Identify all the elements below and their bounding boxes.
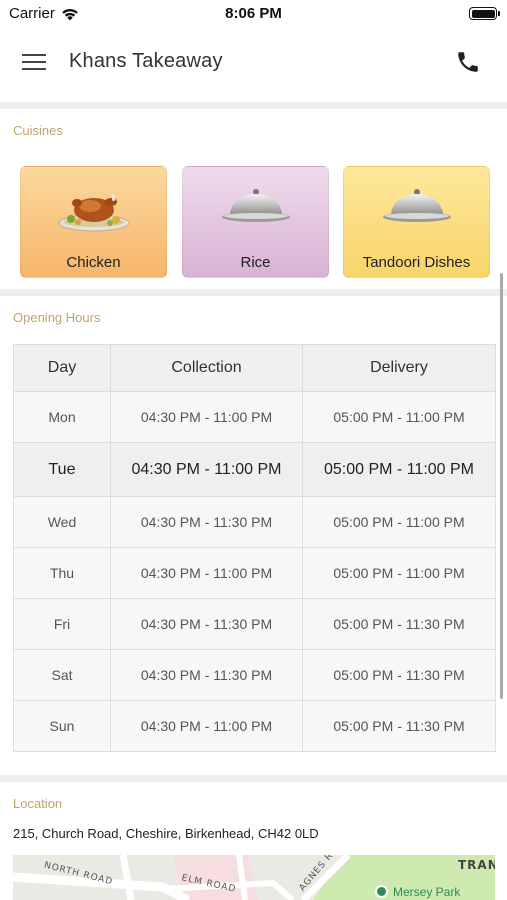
day-cell: Sun: [13, 700, 111, 752]
collection-hours-cell: 04:30 PM - 11:30 PM: [110, 496, 303, 548]
cuisine-label: Tandoori Dishes: [362, 254, 471, 271]
delivery-hours-cell: 05:00 PM - 11:00 PM: [302, 442, 496, 497]
map-label-park: Mersey Park: [393, 885, 461, 899]
day-cell: Wed: [13, 496, 111, 548]
collection-hours-cell: 04:30 PM - 11:30 PM: [110, 598, 303, 650]
collection-hours-cell: 04:30 PM - 11:00 PM: [110, 442, 303, 497]
address-text: 215, Church Road, Cheshire, Birkenhead, …: [13, 826, 319, 841]
delivery-hours-cell: 05:00 PM - 11:30 PM: [302, 649, 496, 701]
cuisine-label: Rice: [240, 254, 271, 271]
table-row: Wed 04:30 PM - 11:30 PM 05:00 PM - 11:00…: [13, 496, 496, 548]
location-heading: Location: [13, 796, 63, 811]
table-row: Thu 04:30 PM - 11:00 PM 05:00 PM - 11:00…: [13, 547, 496, 599]
collection-hours-cell: 04:30 PM - 11:30 PM: [110, 649, 303, 701]
battery-icon: [469, 7, 500, 20]
delivery-hours-cell: 05:00 PM - 11:30 PM: [302, 598, 496, 650]
day-cell: Thu: [13, 547, 111, 599]
scrollbar[interactable]: [500, 273, 503, 699]
location-map[interactable]: NORTH ROAD ELM ROAD AGNES R TRAN Mersey …: [13, 855, 495, 900]
serving-cloche-icon: [382, 189, 451, 222]
cuisine-card-rice[interactable]: Rice: [182, 166, 329, 278]
collection-hours-cell: 04:30 PM - 11:00 PM: [110, 700, 303, 752]
cuisine-card-chicken[interactable]: Chicken: [20, 166, 167, 278]
table-row-today: Tue 04:30 PM - 11:00 PM 05:00 PM - 11:00…: [13, 442, 496, 497]
opening-hours-heading: Opening Hours: [13, 310, 101, 325]
day-cell: Fri: [13, 598, 111, 650]
day-cell: Mon: [13, 391, 111, 443]
column-header-collection: Collection: [110, 344, 303, 392]
table-row: Sun 04:30 PM - 11:00 PM 05:00 PM - 11:30…: [13, 700, 496, 752]
cuisine-list: Chicken Rice Tandoori Dishes: [20, 166, 492, 278]
collection-hours-cell: 04:30 PM - 11:00 PM: [110, 547, 303, 599]
collection-hours-cell: 04:30 PM - 11:00 PM: [110, 391, 303, 443]
section-divider: [0, 289, 507, 296]
section-divider: [0, 775, 507, 782]
day-cell: Tue: [13, 442, 111, 497]
serving-cloche-icon: [221, 189, 290, 222]
section-divider: [0, 102, 507, 109]
status-time: 8:06 PM: [225, 5, 282, 22]
delivery-hours-cell: 05:00 PM - 11:30 PM: [302, 700, 496, 752]
page-title: Khans Takeaway: [69, 50, 223, 72]
table-row: Mon 04:30 PM - 11:00 PM 05:00 PM - 11:00…: [13, 391, 496, 443]
park-pin-icon: [375, 885, 388, 898]
status-bar: Carrier 8:06 PM: [0, 0, 507, 28]
column-header-day: Day: [13, 344, 111, 392]
roast-chicken-icon: [58, 194, 129, 232]
cuisine-card-tandoori-dishes[interactable]: Tandoori Dishes: [343, 166, 490, 278]
table-header-row: Day Collection Delivery: [13, 344, 496, 392]
cuisines-heading: Cuisines: [13, 123, 63, 138]
delivery-hours-cell: 05:00 PM - 11:00 PM: [302, 547, 496, 599]
nav-header: Khans Takeaway: [0, 28, 507, 102]
hamburger-menu-icon[interactable]: [22, 52, 48, 72]
day-cell: Sat: [13, 649, 111, 701]
map-label-tran: TRAN: [458, 858, 495, 872]
phone-icon[interactable]: [455, 49, 481, 75]
delivery-hours-cell: 05:00 PM - 11:00 PM: [302, 496, 496, 548]
table-row: Fri 04:30 PM - 11:30 PM 05:00 PM - 11:30…: [13, 598, 496, 650]
opening-hours-table: Day Collection Delivery Mon 04:30 PM - 1…: [13, 344, 496, 752]
column-header-delivery: Delivery: [302, 344, 496, 392]
cuisine-label: Chicken: [66, 254, 121, 271]
delivery-hours-cell: 05:00 PM - 11:00 PM: [302, 391, 496, 443]
table-row: Sat 04:30 PM - 11:30 PM 05:00 PM - 11:30…: [13, 649, 496, 701]
